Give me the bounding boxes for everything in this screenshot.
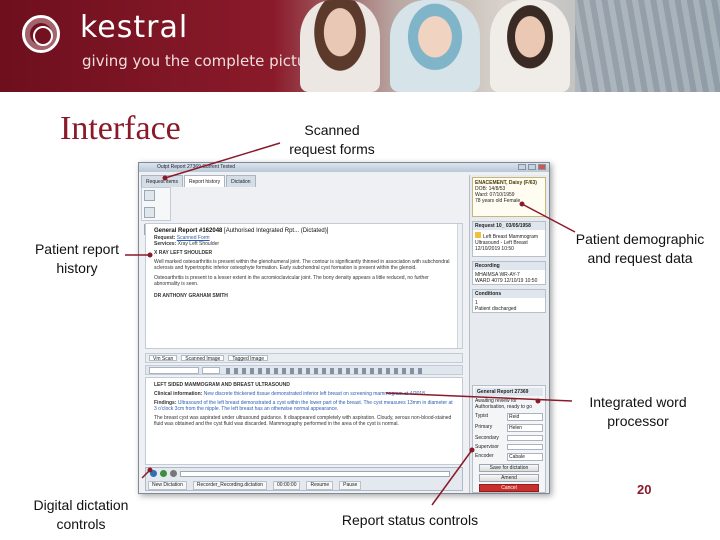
minimize-button[interactable] <box>518 164 526 170</box>
report-paragraph: Well marked osteoarthritis is present wi… <box>154 259 450 271</box>
panel-line: Patient discharged <box>475 306 517 312</box>
resume-button[interactable]: Resume <box>306 481 334 490</box>
report-history-view: General Report #162048 [Authorised Integ… <box>145 223 463 349</box>
status-row-label: Encoder <box>475 453 494 459</box>
scan-icon[interactable] <box>144 190 155 201</box>
history-toolbar <box>141 187 171 235</box>
recording-panel: Recording MHAIMSA WR-AY-7 WARD 4079 12/1… <box>472 261 546 285</box>
new-dictation-button[interactable]: New Dictation <box>148 481 187 490</box>
secondary-select[interactable] <box>507 435 543 441</box>
panel-title: Recording <box>473 262 545 270</box>
window-titlebar: Outpt Report 27369 Current Tested <box>139 163 549 172</box>
attachment-tab[interactable]: Vm Scan <box>149 355 178 362</box>
primary-select[interactable]: Helen <box>507 424 543 432</box>
maximize-button[interactable] <box>528 164 536 170</box>
report-scrollbar[interactable] <box>457 224 462 348</box>
window-title: Outpt Report 27369 Current Tested <box>157 164 236 170</box>
page-number: 20 <box>637 482 652 497</box>
stop-icon[interactable] <box>170 470 177 477</box>
supervisor-select[interactable] <box>507 444 543 450</box>
patient-sex: 78 years old Female <box>475 198 521 204</box>
main-pane: Request items Report history Dictation G… <box>141 175 467 493</box>
panel-line: WARD 4079 12/10/19 10:50 <box>475 278 538 284</box>
header-banner: kestral giving you the complete picture <box>0 0 720 92</box>
dictation-time: 00:00:00 <box>273 481 301 490</box>
encoder-select[interactable]: Cabale <box>507 453 543 461</box>
banner-photo-person <box>490 0 570 92</box>
panel-title: Conditions <box>473 290 545 298</box>
editor-paragraph: The breast cyst was aspirated under ultr… <box>154 415 452 427</box>
callout-demographic-data: Patient demographic and request data <box>575 231 705 266</box>
services-value: Xray Left Shoulder <box>177 241 220 247</box>
logo-icon <box>22 15 60 53</box>
save-for-dictation-button[interactable]: Save for dictation <box>479 464 539 472</box>
callout-word-processor: Integrated word processor <box>589 394 687 429</box>
callout-scanned-forms: Scanned request forms <box>289 122 375 157</box>
attachment-tab[interactable]: Tagged Image <box>228 355 269 362</box>
status-note: Awaiting review for Authorisation, ready… <box>475 398 532 410</box>
print-icon[interactable] <box>144 207 155 218</box>
tab-request-items[interactable]: Request items <box>141 175 183 187</box>
app-window: Outpt Report 27369 Current Tested Reques… <box>138 162 550 494</box>
report-header: General Report #162048 <box>154 228 223 234</box>
patient-demographics: ENACEMENT, Daisy (F/63) DOB: 14/8/53 War… <box>472 177 546 217</box>
report-paragraph: Osteoarthritis is present to a lesser ex… <box>154 275 429 287</box>
report-status-panel: General Report 27369 Awaiting review for… <box>472 385 546 493</box>
status-row-label: Secondary <box>475 435 499 441</box>
tagline: giving you the complete picture <box>82 52 322 70</box>
findings-text: Ultrasound of the left breast demonstrat… <box>154 400 453 412</box>
logo-text: kestral <box>80 10 189 45</box>
warning-icon <box>475 232 481 238</box>
font-select[interactable] <box>149 367 199 374</box>
panel-line: 12/10/2019 10:50 <box>475 246 514 252</box>
attachment-tab[interactable]: Scanned Image <box>181 355 225 362</box>
services-label: Services: <box>154 241 177 247</box>
request-panel: Request 10_ 03/05/1958 Left Breast Mammo… <box>472 221 546 257</box>
callout-dictation-controls: Digital dictation controls <box>33 497 129 532</box>
panel-title: Request 10_ 03/05/1958 <box>473 222 545 230</box>
amend-button[interactable]: Amend <box>479 474 539 482</box>
play-icon[interactable] <box>160 470 167 477</box>
tab-dictation[interactable]: Dictation <box>226 175 256 187</box>
dictation-controls: New Dictation Recorder_Recording.dictati… <box>145 467 463 491</box>
report-signature: DR ANTHONY GRAHAM SMITH <box>154 293 228 299</box>
status-row-label: Supervisor <box>475 444 499 450</box>
editor-heading: LEFT SIDED MAMMOGRAM AND BREAST ULTRASOU… <box>154 382 290 388</box>
typist-select[interactable]: Reid <box>507 413 543 421</box>
exam-title: X RAY LEFT SHOULDER <box>154 250 213 256</box>
pause-button[interactable]: Pause <box>339 481 362 490</box>
close-button[interactable] <box>538 164 546 170</box>
tab-report-history[interactable]: Report history <box>183 175 226 187</box>
record-icon[interactable] <box>150 470 157 477</box>
dictation-file: Recorder_Recording.dictation <box>192 481 268 490</box>
format-buttons[interactable] <box>226 368 426 374</box>
clinical-text: New discrete thickened tissue demonstrat… <box>203 391 427 397</box>
word-processor-editor[interactable]: LEFT SIDED MAMMOGRAM AND BREAST ULTRASOU… <box>145 377 463 465</box>
callout-report-history: Patient report history <box>34 241 120 276</box>
clinical-label: Clinical information: <box>154 391 203 397</box>
status-row-label: Typist <box>475 413 489 419</box>
attachment-bar: Vm Scan Scanned Image Tagged Image <box>145 353 463 363</box>
status-panel-title: General Report 27369 <box>475 388 543 396</box>
report-header-note: [Authorised Integrated Rpt... (Dictated)… <box>224 228 329 234</box>
history-tabs: Request items Report history Dictation <box>141 175 467 187</box>
side-panel: ENACEMENT, Daisy (F/63) DOB: 14/8/53 War… <box>469 175 549 493</box>
dictation-position-slider[interactable] <box>180 471 450 477</box>
banner-photo-person <box>300 0 380 92</box>
font-size-select[interactable] <box>202 367 220 374</box>
formatting-toolbar <box>145 365 463 375</box>
status-row-label: Primary <box>475 424 493 430</box>
cancel-button[interactable]: Cancel <box>479 484 539 492</box>
callout-status-controls: Report status controls <box>341 512 479 528</box>
banner-photo-person <box>390 0 480 92</box>
conditions-panel: Conditions 1 Patient discharged <box>472 289 546 313</box>
slide-title: Interface <box>60 110 181 147</box>
banner-photo-xray <box>575 0 720 92</box>
